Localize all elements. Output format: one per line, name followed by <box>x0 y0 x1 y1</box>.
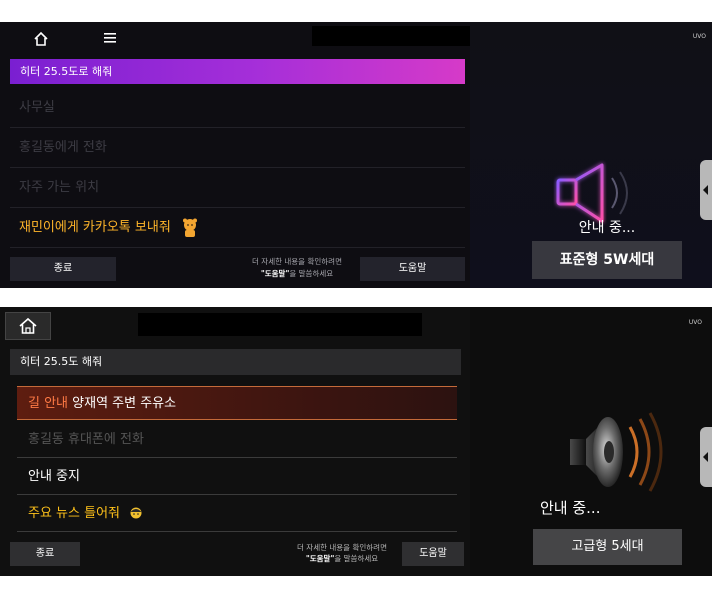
help-hint: 더 자세한 내용을 확인하려면 "도움말"을 말씀하세요 <box>297 543 387 563</box>
list-item[interactable]: 홍길동에게 전화 <box>10 128 465 168</box>
menu-icon[interactable] <box>103 31 117 45</box>
status-text: 안내 중... <box>578 220 636 236</box>
list-item[interactable]: 안내 중지 <box>17 458 457 495</box>
list-item-highlighted[interactable]: 주요 뉴스 틀어줘 <box>17 495 457 532</box>
screen-premium-5: 히터 25.5도 해줘 길 안내 양재역 주변 주유소 홍길동 휴대폰에 전화 … <box>0 307 712 576</box>
voice-command-bar: 히터 25.5도로 해줘 <box>10 59 465 84</box>
list-item-highlighted[interactable]: 재민이에게 카카오톡 보내줘 <box>10 208 465 248</box>
home-button[interactable] <box>5 312 51 340</box>
help-hint: 더 자세한 내용을 확인하려면 "도움말"을 말씀하세요 <box>252 257 342 278</box>
help-button[interactable]: 도움말 <box>402 542 464 566</box>
side-tab-handle[interactable] <box>700 427 712 487</box>
list-item-active[interactable]: 길 안내 양재역 주변 주유소 <box>17 386 457 420</box>
end-button[interactable]: 종료 <box>10 257 116 281</box>
speaker-3d-icon <box>570 412 663 492</box>
status-text: 안내 중... <box>540 499 601 517</box>
kakao-character-icon <box>182 218 197 237</box>
end-button[interactable]: 종료 <box>10 542 80 566</box>
model-label: 표준형 5W세대 <box>532 241 682 279</box>
list-item[interactable]: 사무실 <box>10 88 465 128</box>
help-button[interactable]: 도움말 <box>360 257 465 281</box>
uvo-logo: UVO <box>688 319 702 326</box>
list-item[interactable]: 자주 가는 위치 <box>10 168 465 208</box>
suggestion-list: 사무실 홍길동에게 전화 자주 가는 위치 재민이에게 카카오톡 보내줘 <box>10 88 465 248</box>
uvo-logo: UVO <box>692 33 706 40</box>
side-tab-handle[interactable] <box>700 160 712 220</box>
screen-standard-5w: 히터 25.5도로 해줘 사무실 홍길동에게 전화 자주 가는 위치 재민이에게… <box>0 22 712 288</box>
home-icon <box>19 317 37 334</box>
news-character-icon <box>130 507 142 518</box>
voice-command-bar: 히터 25.5도 해줘 <box>10 349 461 375</box>
home-icon[interactable] <box>32 30 50 48</box>
redacted-area <box>138 313 422 336</box>
suggestion-list: 홍길동 휴대폰에 전화 안내 중지 주요 뉴스 틀어줘 <box>17 421 457 532</box>
list-item[interactable]: 홍길동 휴대폰에 전화 <box>17 421 457 458</box>
model-label: 고급형 5세대 <box>533 529 682 565</box>
